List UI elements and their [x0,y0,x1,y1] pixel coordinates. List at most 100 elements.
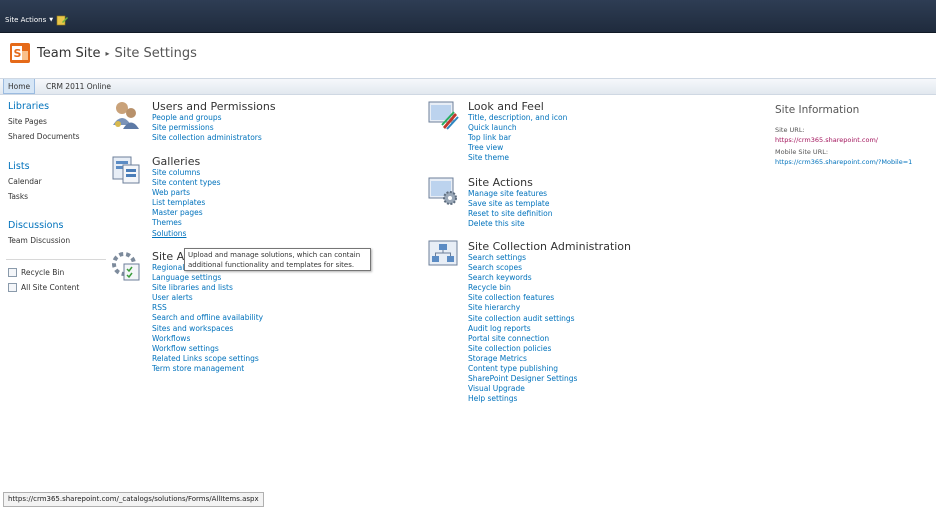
tooltip: Upload and manage solutions, which can c… [184,248,371,271]
ql-heading-lists[interactable]: Lists [8,161,30,172]
ql-item-shared-documents[interactable]: Shared Documents [8,132,80,141]
link-site-collection-administrators[interactable]: Site collection administrators [152,133,276,143]
tab-home[interactable]: Home [3,79,36,94]
link-top-link-bar[interactable]: Top link bar [468,133,567,143]
sharepoint-logo-icon[interactable]: S [10,43,30,63]
tooltip-line: Upload and manage solutions, which can c… [188,251,361,259]
section-title: Look and Feel [468,100,544,113]
link-save-site-as-template[interactable]: Save site as template [468,199,552,209]
site-actions-menu[interactable]: Site Actions ▼ [5,16,53,24]
top-link-bar: Home CRM 2011 Online [0,78,936,95]
title-row: S Team Site ▸ Site Settings [0,33,936,78]
quick-launch: Libraries Site Pages Shared Documents Li… [0,95,113,510]
ql-recycle-bin-label: Recycle Bin [21,268,65,277]
link-quick-launch[interactable]: Quick launch [468,123,567,133]
link-help-settings[interactable]: Help settings [468,394,631,404]
page-title: Site Settings [114,46,197,61]
chevron-down-icon: ▼ [49,17,54,23]
ql-heading-discussions[interactable]: Discussions [8,220,63,231]
link-manage-site-features[interactable]: Manage site features [468,189,552,199]
link-web-parts[interactable]: Web parts [152,188,221,198]
link-tree-view[interactable]: Tree view [468,143,567,153]
link-site-libraries-and-lists[interactable]: Site libraries and lists [152,283,263,293]
breadcrumb: Team Site ▸ Site Settings [37,46,197,61]
section-site-collection-administration: Site Collection Administration Search se… [468,240,631,404]
ql-item-calendar[interactable]: Calendar [8,177,42,186]
ql-recycle-bin[interactable]: Recycle Bin [8,268,64,277]
link-site-permissions[interactable]: Site permissions [152,123,276,133]
link-rss[interactable]: RSS [152,303,263,313]
site-actions-label: Site Actions [5,16,47,24]
link-master-pages[interactable]: Master pages [152,208,221,218]
look-and-feel-icon [428,101,459,130]
link-storage-metrics[interactable]: Storage Metrics [468,354,631,364]
link-reset-to-site-definition[interactable]: Reset to site definition [468,209,552,219]
divider [6,259,106,260]
link-sharepoint-designer-settings[interactable]: SharePoint Designer Settings [468,374,631,384]
recycle-bin-icon [8,268,17,277]
ql-all-site-content[interactable]: All Site Content [8,283,79,292]
mobile-site-url-link[interactable]: https://crm365.sharepoint.com/?Mobile=1 [775,157,935,167]
site-information-panel: Site Information Site URL: https://crm36… [775,104,935,170]
galleries-icon [112,156,140,184]
link-sites-and-workspaces[interactable]: Sites and workspaces [152,324,263,334]
site-url-label: Site URL: [775,126,805,134]
site-actions-icon [428,177,457,205]
link-delete-this-site[interactable]: Delete this site [468,219,552,229]
mobile-site-url-label: Mobile Site URL: [775,148,829,156]
link-workflows[interactable]: Workflows [152,334,263,344]
link-workflow-settings[interactable]: Workflow settings [152,344,263,354]
link-site-hierarchy[interactable]: Site hierarchy [468,303,631,313]
link-site-columns[interactable]: Site columns [152,168,221,178]
site-information-title: Site Information [775,104,860,116]
link-list-templates[interactable]: List templates [152,198,221,208]
edit-page-icon[interactable] [56,14,68,26]
section-galleries: Galleries Site columns Site content type… [152,155,221,239]
ql-item-team-discussion[interactable]: Team Discussion [8,236,70,245]
site-collection-administration-icon [428,240,458,266]
status-bar-url: https://crm365.sharepoint.com/_catalogs/… [3,492,264,507]
ql-item-site-pages[interactable]: Site Pages [8,117,47,126]
link-search-offline-availability[interactable]: Search and offline availability [152,313,263,323]
section-title: Site Actions [468,176,533,189]
ql-heading-libraries[interactable]: Libraries [8,101,49,112]
link-language-settings[interactable]: Language settings [152,273,263,283]
site-url-link[interactable]: https://crm365.sharepoint.com/ [775,135,935,145]
link-site-collection-features[interactable]: Site collection features [468,293,631,303]
section-title: Users and Permissions [152,100,276,113]
section-site-actions: Site Actions Manage site features Save s… [468,176,552,229]
all-site-content-icon [8,283,17,292]
ql-item-tasks[interactable]: Tasks [8,192,28,201]
section-users-permissions: Users and Permissions People and groups … [152,100,276,143]
link-audit-log-reports[interactable]: Audit log reports [468,324,631,334]
link-user-alerts[interactable]: User alerts [152,293,263,303]
link-visual-upgrade[interactable]: Visual Upgrade [468,384,631,394]
site-administration-icon [112,252,140,281]
breadcrumb-site[interactable]: Team Site [37,46,100,61]
section-title: Site Collection Administration [468,240,632,253]
link-solutions[interactable]: Solutions [152,229,221,239]
link-site-theme[interactable]: Site theme [468,153,567,163]
link-search-keywords[interactable]: Search keywords [468,273,631,283]
link-portal-site-connection[interactable]: Portal site connection [468,334,631,344]
link-people-and-groups[interactable]: People and groups [152,113,276,123]
svg-text:S: S [14,47,22,60]
tab-crm-2011-online[interactable]: CRM 2011 Online [42,79,115,94]
users-permissions-icon [113,102,139,129]
link-content-type-publishing[interactable]: Content type publishing [468,364,631,374]
section-look-and-feel: Look and Feel Title, description, and ic… [468,100,567,163]
link-site-collection-policies[interactable]: Site collection policies [468,344,631,354]
link-search-scopes[interactable]: Search scopes [468,263,631,273]
ribbon-bar: Site Actions ▼ [0,0,936,33]
link-search-settings[interactable]: Search settings [468,253,631,263]
link-recycle-bin[interactable]: Recycle bin [468,283,631,293]
link-title-description-icon[interactable]: Title, description, and icon [468,113,567,123]
link-term-store-management[interactable]: Term store management [152,364,263,374]
link-site-collection-audit-settings[interactable]: Site collection audit settings [468,314,631,324]
link-related-links-scope-settings[interactable]: Related Links scope settings [152,354,263,364]
link-site-content-types[interactable]: Site content types [152,178,221,188]
breadcrumb-separator-icon: ▸ [105,49,110,58]
link-themes[interactable]: Themes [152,218,221,228]
tooltip-line: additional functionality and templates f… [188,260,355,269]
section-title: Galleries [152,155,201,168]
